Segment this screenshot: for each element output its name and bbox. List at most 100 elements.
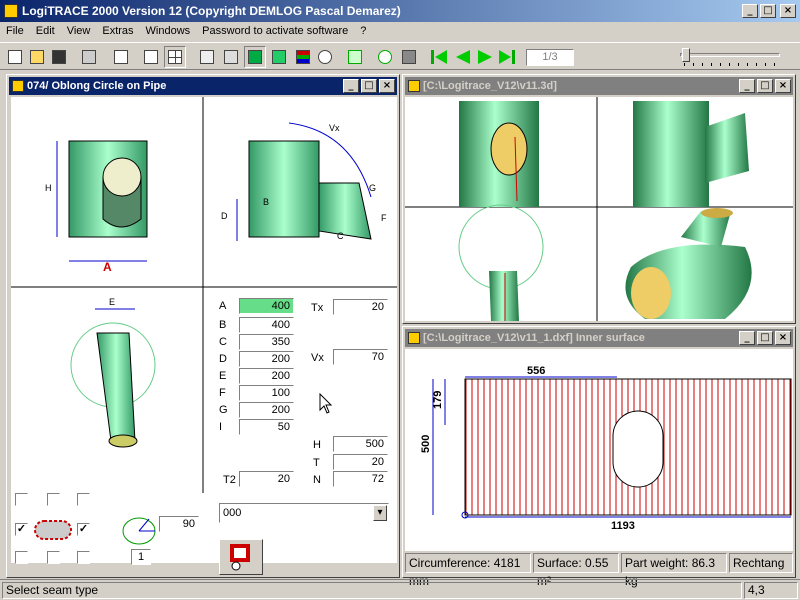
- maximize-icon[interactable]: □: [757, 79, 773, 93]
- save-icon[interactable]: [48, 46, 70, 68]
- app-title-bar: LogiTRACE 2000 Version 12 (Copyright DEM…: [0, 0, 800, 22]
- menu-password[interactable]: Password to activate software: [196, 22, 354, 40]
- seam-icon[interactable]: [374, 46, 396, 68]
- param-h-input[interactable]: 500: [333, 436, 388, 452]
- single-view-icon[interactable]: [140, 46, 162, 68]
- dim-g-label: G: [369, 183, 376, 193]
- menu-windows[interactable]: Windows: [140, 22, 197, 40]
- param-i-input[interactable]: 50: [239, 419, 294, 435]
- shaded-cube-icon[interactable]: [244, 46, 266, 68]
- seam-checkbox-br[interactable]: [77, 551, 90, 564]
- slider-track: [680, 53, 780, 57]
- view3d-window-title: [C:\Logitrace_V12\v11.3d]: [405, 77, 793, 95]
- calculate-button[interactable]: [219, 539, 263, 575]
- first-page-icon[interactable]: [428, 46, 450, 68]
- dim-vx-label: Vx: [329, 123, 340, 133]
- layers-icon[interactable]: [292, 46, 314, 68]
- param-e-input[interactable]: 200: [239, 368, 294, 384]
- param-t-input[interactable]: 20: [333, 454, 388, 470]
- menu-edit[interactable]: Edit: [30, 22, 61, 40]
- param-t2-input[interactable]: 20: [239, 471, 294, 487]
- dxf-dim-1193: 1193: [611, 520, 635, 532]
- 3d-views: [405, 97, 793, 321]
- param-a-input[interactable]: 400: [239, 298, 294, 314]
- seam-checkbox-tl[interactable]: [15, 493, 28, 506]
- seam-checkbox-ml[interactable]: ✓: [15, 523, 28, 536]
- seam-checkbox-bc[interactable]: [47, 551, 60, 564]
- dxf-dim-500: 500: [420, 435, 432, 453]
- param-t-label: T: [313, 457, 320, 469]
- unfold-icon[interactable]: [344, 46, 366, 68]
- calc-icon[interactable]: [398, 46, 420, 68]
- window-icon: [12, 80, 24, 92]
- tree-icon[interactable]: [314, 46, 336, 68]
- param-b-input[interactable]: 400: [239, 317, 294, 333]
- menu-extras[interactable]: Extras: [96, 22, 139, 40]
- slider-thumb[interactable]: [682, 48, 690, 62]
- mouse-cursor-icon: [319, 393, 333, 414]
- app-icon[interactable]: [4, 4, 18, 18]
- seam-type-select[interactable]: 000 ▾: [219, 503, 389, 523]
- param-c-input[interactable]: 350: [239, 334, 294, 350]
- angle-icon: [122, 517, 156, 545]
- minimize-icon[interactable]: _: [742, 4, 758, 18]
- open-icon[interactable]: [26, 46, 48, 68]
- dxf-dim-556: 556: [527, 365, 545, 377]
- menu-file[interactable]: File: [0, 22, 30, 40]
- close-icon[interactable]: ×: [379, 79, 395, 93]
- seam-checkbox-tr[interactable]: [77, 493, 90, 506]
- next-page-icon[interactable]: [474, 46, 496, 68]
- seam-checkbox-tc[interactable]: [47, 493, 60, 506]
- param-d-input[interactable]: 200: [239, 351, 294, 367]
- chevron-down-icon[interactable]: ▾: [373, 505, 387, 521]
- prev-page-icon[interactable]: [452, 46, 474, 68]
- parameters-window-title: 074/ Oblong Circle on Pipe: [9, 77, 397, 95]
- window-icon: [408, 80, 420, 92]
- parameters-window: 074/ Oblong Circle on Pipe _ □ × H A Vx …: [6, 74, 400, 578]
- weight-info: Part weight: 86.3 kg: [621, 553, 727, 588]
- calculate-icon: [230, 544, 250, 571]
- menu-view[interactable]: View: [61, 22, 97, 40]
- close-icon[interactable]: ×: [775, 79, 791, 93]
- dim-f-label: F: [381, 213, 387, 223]
- page-indicator: 1/3: [526, 49, 574, 66]
- maximize-icon[interactable]: □: [361, 79, 377, 93]
- close-icon[interactable]: ×: [780, 4, 796, 18]
- new-icon[interactable]: [4, 46, 26, 68]
- seam-checkbox-mr[interactable]: ✓: [77, 523, 90, 536]
- param-vx-input[interactable]: 70: [333, 349, 388, 365]
- minimize-icon[interactable]: _: [739, 79, 755, 93]
- toolbar: 1/3: [0, 42, 800, 70]
- param-g-label: G: [219, 404, 228, 416]
- param-f-input[interactable]: 100: [239, 385, 294, 401]
- four-view-icon[interactable]: [164, 46, 186, 68]
- hidden-cube-icon[interactable]: [220, 46, 242, 68]
- param-n-input[interactable]: 72: [333, 471, 388, 487]
- copy-icon[interactable]: [110, 46, 132, 68]
- maximize-icon[interactable]: □: [757, 331, 773, 345]
- param-c-label: C: [219, 336, 227, 348]
- minimize-icon[interactable]: _: [739, 331, 755, 345]
- shape-info: Rechtang: [729, 553, 793, 573]
- last-page-icon[interactable]: [496, 46, 518, 68]
- menu-help[interactable]: ?: [354, 22, 372, 40]
- angle-input[interactable]: 90: [159, 516, 199, 532]
- wire-cube-icon[interactable]: [196, 46, 218, 68]
- param-vx-label: Vx: [311, 352, 324, 364]
- maximize-icon[interactable]: □: [760, 4, 776, 18]
- seam-checkbox-bl[interactable]: [15, 551, 28, 564]
- count-input[interactable]: 1: [131, 549, 151, 565]
- slider-ticks: [684, 63, 778, 66]
- seam-type-value: 000: [223, 507, 242, 519]
- param-e-label: E: [219, 370, 227, 382]
- app-title: LogiTRACE 2000 Version 12 (Copyright DEM…: [22, 4, 401, 18]
- dxf-window-title: [C:\Logitrace_V12\v11_1.dxf] Inner surfa…: [405, 329, 793, 347]
- param-tx-input[interactable]: 20: [333, 299, 388, 315]
- render-cube-icon[interactable]: [268, 46, 290, 68]
- minimize-icon[interactable]: _: [343, 79, 359, 93]
- zoom-slider[interactable]: [680, 48, 780, 68]
- param-g-input[interactable]: 200: [239, 402, 294, 418]
- close-icon[interactable]: ×: [775, 331, 791, 345]
- print-icon[interactable]: [78, 46, 100, 68]
- dxf-window-title-text: [C:\Logitrace_V12\v11_1.dxf] Inner surfa…: [423, 332, 645, 344]
